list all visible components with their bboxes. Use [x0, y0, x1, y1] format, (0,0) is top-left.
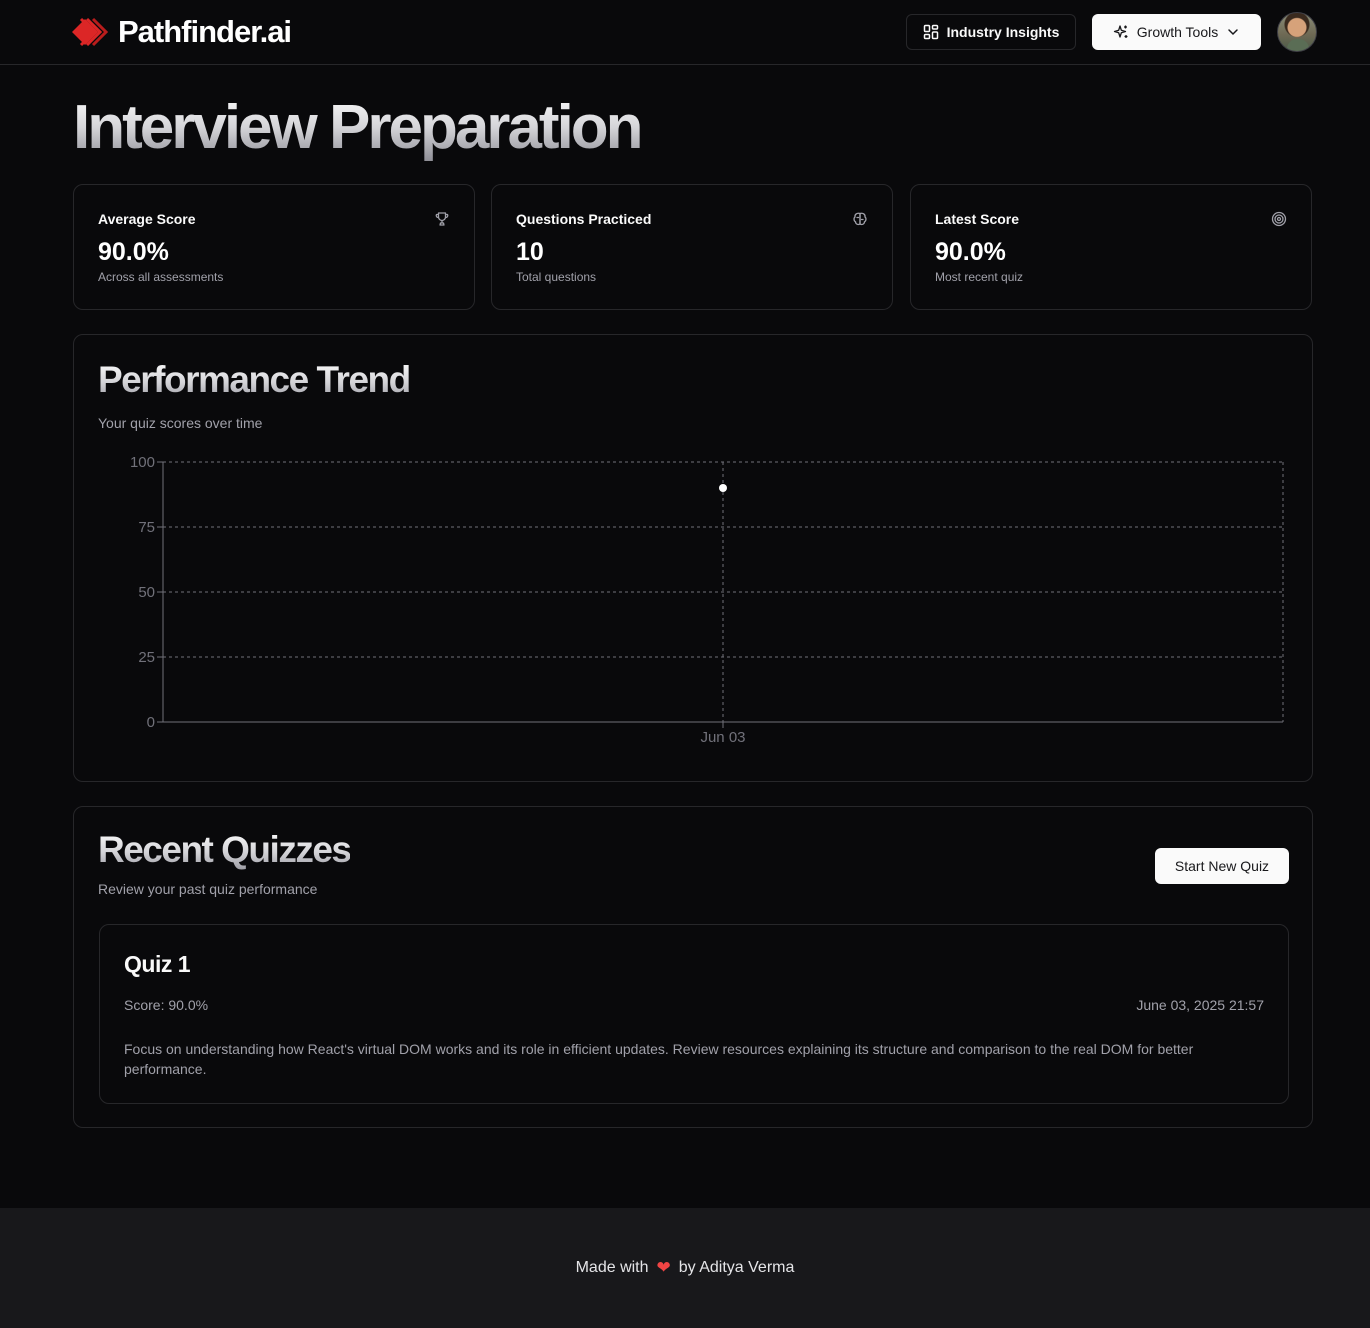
footer-prefix: Made with [575, 1259, 649, 1276]
dashboard-icon [923, 24, 938, 40]
stat-label: Average Score [98, 211, 196, 227]
brain-icon [853, 212, 867, 226]
stat-value: 10 [516, 238, 544, 266]
x-tick-label: Jun 03 [700, 729, 745, 746]
stat-card-average-score: Average Score 90.0% Across all assessmen… [73, 184, 475, 310]
quiz-score: Score: 90.0% [124, 997, 209, 1013]
recent-quizzes-title: Recent Quizzes [98, 829, 352, 870]
logo-icon [72, 17, 108, 47]
quiz-feedback: Focus on understanding how React's virtu… [124, 1041, 1194, 1077]
performance-trend-card: Performance Trend Your quiz scores over … [73, 334, 1313, 782]
y-tick-label: 25 [138, 649, 155, 666]
start-new-quiz-button[interactable]: Start New Quiz [1155, 848, 1289, 884]
user-avatar[interactable] [1277, 12, 1317, 52]
y-tick-label: 100 [130, 454, 155, 471]
y-tick-label: 50 [138, 584, 155, 601]
stat-card-latest-score: Latest Score 90.0% Most recent quiz [910, 184, 1312, 310]
quiz-title: Quiz 1 [124, 951, 191, 977]
stat-subtext: Across all assessments [98, 270, 224, 284]
top-navbar: Pathfinder.ai Industry Insights Growth T… [0, 0, 1370, 65]
y-tick-label: 0 [147, 714, 155, 731]
quiz-card[interactable]: Quiz 1 Score: 90.0% June 03, 2025 21:57 … [99, 924, 1289, 1104]
recent-quizzes-card: Recent Quizzes Review your past quiz per… [73, 806, 1313, 1128]
target-icon [1271, 211, 1287, 227]
footer-suffix: by Aditya Verma [678, 1259, 795, 1276]
quiz-date: June 03, 2025 21:57 [1136, 997, 1264, 1013]
stat-card-questions-practiced: Questions Practiced 10 Total questions [491, 184, 893, 310]
growth-tools-dropdown[interactable]: Growth Tools [1092, 14, 1261, 50]
brand-name: Pathfinder.ai [118, 14, 292, 49]
performance-chart[interactable]: 0 25 50 75 100 Jun 03 [74, 335, 1314, 783]
page-title: Interview Preparation [73, 93, 644, 162]
stat-label: Latest Score [935, 211, 1020, 227]
sparkles-icon [1113, 25, 1128, 38]
data-point [719, 484, 727, 492]
industry-insights-button[interactable]: Industry Insights [906, 14, 1076, 50]
y-tick-label: 75 [138, 519, 155, 536]
stat-value: 90.0% [98, 238, 169, 266]
stat-label: Questions Practiced [516, 211, 652, 227]
industry-insights-label: Industry Insights [946, 24, 1060, 40]
chevron-down-icon [1228, 29, 1238, 36]
recent-quizzes-subtitle: Review your past quiz performance [98, 881, 318, 897]
growth-tools-label: Growth Tools [1136, 24, 1219, 40]
trophy-icon [435, 212, 449, 226]
stat-subtext: Most recent quiz [935, 270, 1024, 284]
footer: Made with ❤ by Aditya Verma [0, 1208, 1370, 1328]
heart-icon: ❤ [656, 1258, 671, 1277]
brand-logo[interactable]: Pathfinder.ai [68, 13, 292, 51]
stat-value: 90.0% [935, 238, 1006, 266]
stat-subtext: Total questions [516, 270, 597, 284]
